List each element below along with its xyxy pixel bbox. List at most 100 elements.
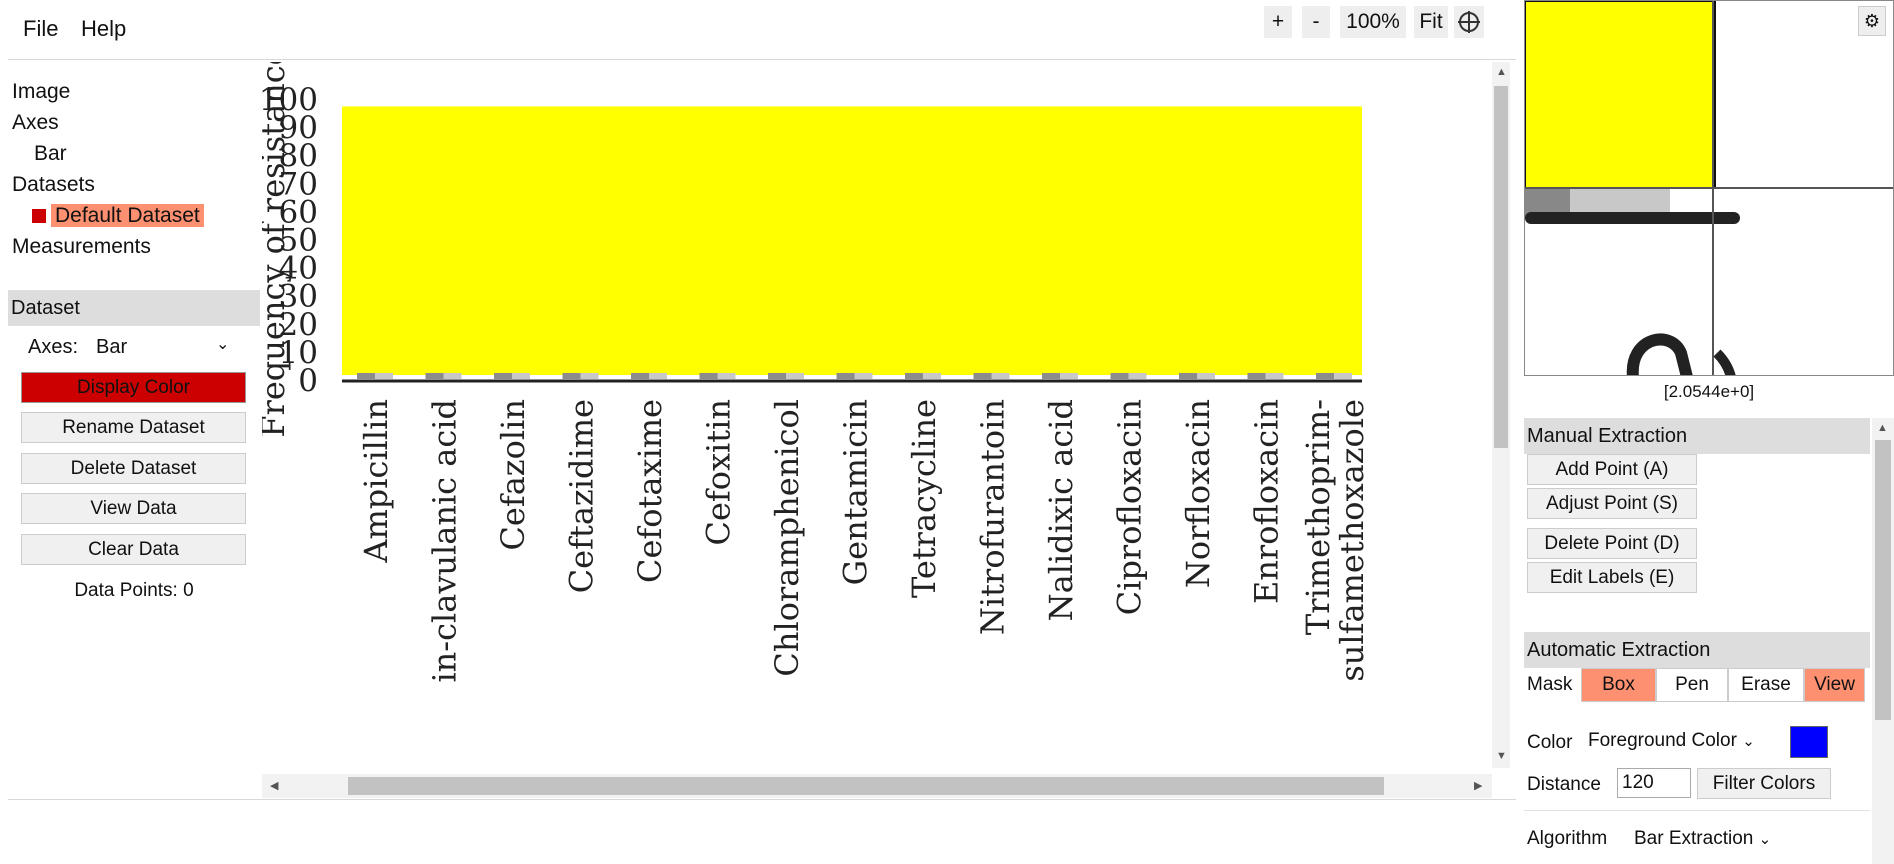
bar[interactable] [649, 373, 667, 379]
menu-help[interactable]: Help [81, 16, 126, 42]
bar[interactable] [1128, 373, 1147, 379]
chevron-down-icon: ⌄ [1742, 733, 1755, 750]
adjust-point-button[interactable]: Adjust Point (S) [1527, 488, 1697, 519]
bar[interactable] [991, 373, 1010, 379]
bar[interactable] [357, 373, 375, 379]
bar[interactable] [768, 373, 786, 379]
tree-item-measurements[interactable]: Measurements [12, 231, 204, 262]
view-data-button[interactable]: View Data [21, 493, 246, 524]
bar[interactable] [717, 373, 736, 379]
bar[interactable] [631, 373, 649, 379]
bar[interactable] [1042, 373, 1060, 379]
tree-item-datasets[interactable]: Datasets [12, 169, 204, 200]
bar[interactable] [1179, 373, 1197, 379]
bar[interactable] [580, 373, 599, 379]
tree-item-default-dataset[interactable]: Default Dataset [12, 200, 204, 231]
x-tick-label: Ciprofloxacin [1111, 399, 1149, 615]
data-points-count: Data Points: 0 [74, 580, 194, 601]
bar[interactable] [425, 373, 444, 379]
bar[interactable] [494, 373, 512, 379]
foreground-color-swatch[interactable] [1790, 726, 1828, 758]
crosshair-button[interactable] [1454, 6, 1484, 38]
x-tick-label: Nalidixic acid [1042, 399, 1080, 621]
bar[interactable] [512, 373, 530, 379]
x-tick-label: Cefotaxime [631, 399, 669, 583]
delete-point-button[interactable]: Delete Point (D) [1527, 528, 1697, 559]
dataset-panel: Dataset Axes: Bar ⌄ Display Color Rename… [8, 290, 260, 601]
bar[interactable] [699, 373, 718, 379]
right-panel-scrollbar[interactable]: ▲ [1872, 418, 1894, 864]
edit-labels-button[interactable]: Edit Labels (E) [1527, 562, 1697, 593]
tree-item-axes[interactable]: Axes [12, 107, 204, 138]
canvas-horizontal-scrollbar[interactable]: ◀ ▶ [262, 774, 1492, 798]
menu-file[interactable]: File [23, 16, 58, 42]
right-panel-scroll-thumb[interactable] [1875, 440, 1891, 720]
mask-erase-button[interactable]: Erase [1728, 668, 1804, 702]
bar[interactable] [1265, 373, 1284, 379]
bar[interactable] [1110, 373, 1129, 379]
canvas-vertical-scrollbar[interactable]: ▲ ▼ [1492, 62, 1510, 768]
bar[interactable] [923, 373, 941, 379]
mask-view-button[interactable]: View [1804, 668, 1865, 702]
clear-data-button[interactable]: Clear Data [21, 534, 246, 565]
x-tick-label: Cefazolin [494, 399, 532, 551]
gear-icon: ⚙ [1863, 11, 1881, 31]
app-window: File Help + - 100% Fit Image Axes Bar Da… [0, 0, 1894, 864]
bar[interactable] [1197, 373, 1215, 379]
x-tick-label: Cefoxitin [700, 399, 738, 546]
image-canvas[interactable]: 0 10 20 30 40 50 60 70 80 90 100 Ampicillin in-clav… [262, 62, 1509, 768]
x-tick-label: Chloramphenicol [768, 399, 806, 677]
add-point-button[interactable]: Add Point (A) [1527, 454, 1697, 485]
bar[interactable] [973, 373, 992, 379]
dataset-color-swatch [32, 209, 46, 223]
scroll-left-icon[interactable]: ◀ [270, 779, 278, 792]
axes-select[interactable]: Axes: Bar ⌄ [8, 326, 260, 366]
bar[interactable] [375, 373, 393, 379]
tree-item-image[interactable]: Image [12, 76, 204, 107]
rename-dataset-button[interactable]: Rename Dataset [21, 412, 246, 443]
axes-select-value: Bar [96, 336, 128, 358]
x-tick-label: in-clavulanic acid [426, 399, 464, 683]
bar[interactable] [1334, 373, 1352, 379]
algorithm-value: Bar Extraction [1634, 828, 1754, 849]
display-color-button[interactable]: Display Color [21, 372, 246, 403]
magnifier-settings-button[interactable]: ⚙ [1858, 6, 1886, 36]
bar[interactable] [1316, 373, 1334, 379]
magnifier-coordinates: [2.0544e+0] [1663, 382, 1755, 401]
bar[interactable] [1247, 373, 1266, 379]
color-mode-value: Foreground Color [1588, 730, 1737, 751]
canvas-vertical-scroll-thumb[interactable] [1494, 86, 1508, 448]
chart-image[interactable]: 0102030405060708090100 Ampicillin in-clav… [262, 62, 1509, 768]
bar[interactable] [905, 373, 923, 379]
scroll-down-icon[interactable]: ▼ [1496, 750, 1507, 762]
bar[interactable] [836, 373, 855, 379]
canvas-horizontal-scroll-thumb[interactable] [348, 777, 1384, 795]
color-mode-select[interactable]: Foreground Color ⌄ [1588, 730, 1755, 752]
bar[interactable] [562, 373, 581, 379]
scroll-up-icon[interactable]: ▲ [1877, 422, 1888, 434]
zoom-out-button[interactable]: - [1302, 6, 1330, 38]
zoom-fit-button[interactable]: Fit [1414, 6, 1448, 38]
tree-item-axes-bar[interactable]: Bar [12, 138, 204, 169]
filter-colors-button[interactable]: Filter Colors [1697, 768, 1831, 799]
distance-label: Distance [1527, 774, 1601, 795]
scroll-right-icon[interactable]: ▶ [1474, 779, 1482, 792]
scroll-up-icon[interactable]: ▲ [1496, 66, 1507, 78]
distance-input[interactable]: 120 [1617, 768, 1691, 798]
bar[interactable] [786, 373, 804, 379]
bar[interactable] [1060, 373, 1078, 379]
mask-box-button[interactable]: Box [1581, 668, 1656, 702]
mask-pen-button[interactable]: Pen [1656, 668, 1728, 702]
zoom-in-button[interactable]: + [1264, 6, 1292, 38]
x-tick-label: Gentamicin [837, 399, 875, 585]
algorithm-select[interactable]: Bar Extraction ⌄ [1634, 828, 1771, 850]
mask-label: Mask [1527, 674, 1573, 695]
bar[interactable] [854, 373, 873, 379]
x-tick-label: Norfloxacin [1179, 399, 1217, 588]
zoom-level[interactable]: 100% [1340, 6, 1406, 38]
automatic-extraction-panel: Automatic Extraction Mask Box Pen Erase … [1524, 632, 1870, 849]
delete-dataset-button[interactable]: Delete Dataset [21, 453, 246, 484]
magnifier-image [1525, 1, 1893, 375]
bar[interactable] [443, 373, 462, 379]
divider [8, 799, 1516, 800]
